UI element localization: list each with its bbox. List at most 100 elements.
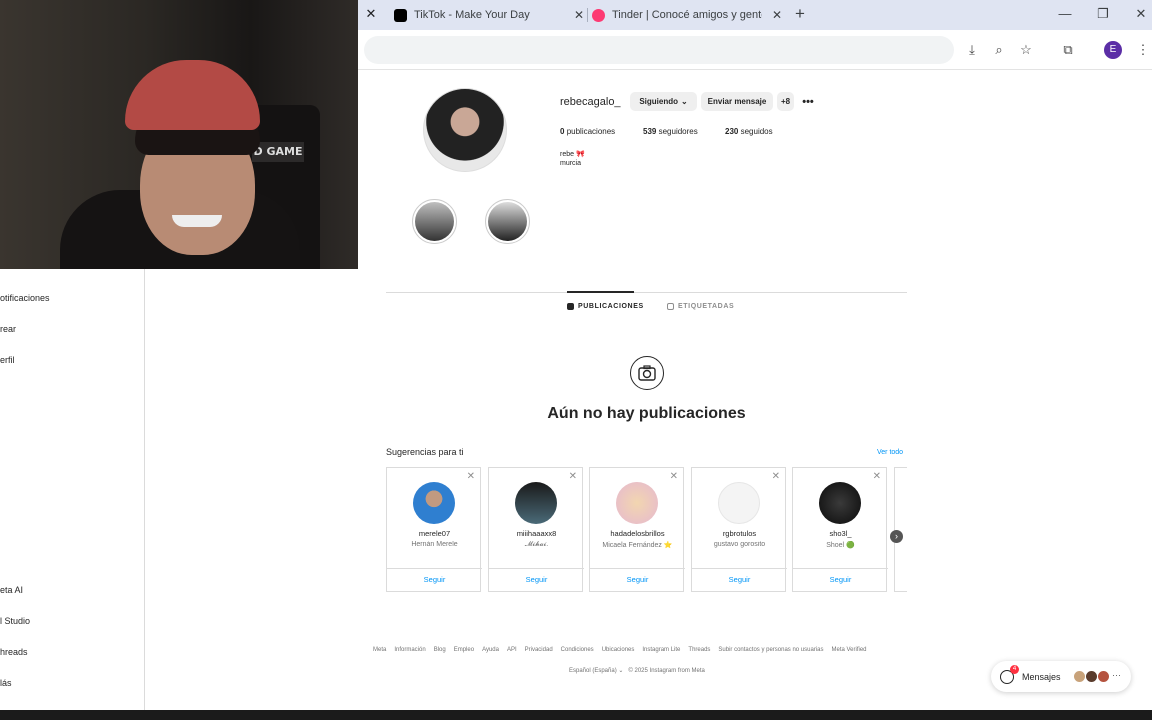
extensions-icon[interactable]: ⧉ <box>1059 41 1077 59</box>
footer-link[interactable]: Threads <box>688 647 710 653</box>
suggestion-username[interactable]: merele07 <box>387 529 482 538</box>
install-app-icon[interactable]: ⤓ <box>963 41 981 59</box>
tab-tagged-label: ETIQUETADAS <box>678 303 735 310</box>
tab-tagged[interactable]: ETIQUETADAS <box>667 303 734 310</box>
messages-button[interactable]: 4 Mensajes ··· <box>991 661 1131 692</box>
chair-logo: D GAME <box>252 142 304 162</box>
suggestion-username[interactable]: sho3l_ <box>793 529 888 538</box>
follow-button[interactable]: Seguir <box>387 575 482 584</box>
dismiss-icon[interactable]: ✕ <box>569 471 577 482</box>
browser-menu-icon[interactable]: ⋮ <box>1134 41 1152 59</box>
address-bar[interactable] <box>364 36 954 64</box>
minimize-icon[interactable]: — <box>1053 6 1077 21</box>
close-tab-icon[interactable]: ✕ <box>574 8 584 22</box>
following-count-label: seguidos <box>740 127 773 136</box>
following-button-label: Siguiendo <box>639 97 678 106</box>
sidebar-item-threads[interactable]: hreads <box>0 647 28 657</box>
sidebar-item-create[interactable]: rear <box>0 324 16 334</box>
chevron-right-icon[interactable]: › <box>890 530 903 543</box>
follow-button[interactable]: Seguir <box>692 575 787 584</box>
card-divider <box>387 568 482 569</box>
dismiss-icon[interactable]: ✕ <box>467 471 475 482</box>
browser-profile-avatar[interactable]: E <box>1104 41 1122 59</box>
close-active-tab-icon[interactable]: ✕ <box>364 7 378 21</box>
avatar[interactable] <box>718 482 760 524</box>
followers-count-label: seguidores <box>658 127 698 136</box>
highlight-cover <box>415 202 454 241</box>
footer-link[interactable]: Subir contactos y personas no usuarias <box>718 647 823 653</box>
footer-link[interactable]: Ayuda <box>482 647 499 653</box>
sidebar-item-notifications[interactable]: otificaciones <box>0 293 50 303</box>
camera-icon <box>630 356 664 390</box>
avatar[interactable] <box>819 482 861 524</box>
zoom-icon[interactable]: ⌕ <box>990 41 1008 59</box>
posts-count-value: 0 <box>560 127 565 136</box>
footer-link[interactable]: Condiciones <box>561 647 594 653</box>
unread-badge: 4 <box>1010 664 1019 674</box>
sidebar-item-ai-studio[interactable]: l Studio <box>0 616 30 626</box>
footer-link[interactable]: Meta Verified <box>831 647 866 653</box>
suggestion-name: gustavo gorosito <box>713 541 766 548</box>
suggestion-username[interactable]: hadadelosbrillos <box>590 529 685 538</box>
profile-divider <box>386 292 907 293</box>
sidebar-item-profile[interactable]: erfil <box>0 355 15 365</box>
footer-link[interactable]: Blog <box>434 647 446 653</box>
story-highlight[interactable] <box>412 199 457 244</box>
follow-button[interactable]: Seguir <box>590 575 685 584</box>
footer-link[interactable]: Meta <box>373 647 386 653</box>
messenger-icon: 4 <box>1000 664 1019 684</box>
more-options-icon[interactable]: ••• <box>800 92 816 111</box>
sidebar-item-more[interactable]: lás <box>0 678 12 688</box>
suggestion-name: 𝓜𝓲𝓱𝓪𝓲. <box>524 541 549 548</box>
suggestion-card: ✕ miiihaaaxx8 𝓜𝓲𝓱𝓪𝓲. Seguir <box>488 467 584 592</box>
footer-link[interactable]: Privacidad <box>525 647 553 653</box>
dismiss-icon[interactable]: ✕ <box>670 471 678 482</box>
avatar[interactable] <box>616 482 658 524</box>
suggestion-username[interactable]: miiihaaaxx8 <box>489 529 584 538</box>
followers-count[interactable]: 539 seguidores <box>643 127 698 136</box>
suggestion-card: ✕ sho3l_ Shoel 🟢 Seguir <box>792 467 888 592</box>
following-count-value: 230 <box>725 127 739 136</box>
profile-picture[interactable] <box>423 88 507 172</box>
card-divider <box>692 568 787 569</box>
following-count[interactable]: 230 seguidos <box>725 127 773 136</box>
instagram-sidebar: otificaciones rear erfil eta AI l Studio… <box>0 269 145 710</box>
following-button[interactable]: Siguiendo ⌄ <box>630 92 697 111</box>
dismiss-icon[interactable]: ✕ <box>873 471 881 482</box>
tag-icon <box>667 303 674 310</box>
follow-button[interactable]: Seguir <box>489 575 584 584</box>
footer-link[interactable]: API <box>507 647 517 653</box>
tab-tiktok[interactable]: TikTok - Make Your Day ✕ <box>394 0 584 30</box>
bio-location: murcia <box>560 160 582 167</box>
window-close-icon[interactable]: ✕ <box>1129 6 1152 22</box>
footer-link[interactable]: Información <box>394 647 425 653</box>
tab-separator <box>587 8 588 22</box>
footer-links: Meta Información Blog Empleo Ayuda API P… <box>373 647 923 653</box>
bookmark-star-icon[interactable]: ☆ <box>1017 41 1035 59</box>
footer-link[interactable]: Instagram Lite <box>642 647 680 653</box>
suggestion-username[interactable]: rgbrotulos <box>692 529 787 538</box>
story-highlight[interactable] <box>485 199 530 244</box>
follow-button[interactable]: Seguir <box>793 575 888 584</box>
more-icon: ··· <box>1112 670 1121 680</box>
tab-posts[interactable]: PUBLICACIONES <box>567 303 644 310</box>
suggestion-name: Micaela Fernández ⭐ <box>602 542 673 549</box>
new-tab-icon[interactable]: + <box>790 4 810 24</box>
avatar[interactable] <box>515 482 557 524</box>
dismiss-icon[interactable]: ✕ <box>772 471 780 482</box>
sidebar-item-meta-ai[interactable]: eta AI <box>0 585 23 595</box>
avatar[interactable] <box>413 482 455 524</box>
footer-link[interactable]: Empleo <box>454 647 474 653</box>
person-smile <box>172 215 222 227</box>
suggestion-card: ✕ rgbrotulos gustavo gorosito Seguir <box>691 467 787 592</box>
restore-icon[interactable]: ❐ <box>1091 6 1115 22</box>
footer-link[interactable]: Ubicaciones <box>602 647 635 653</box>
followers-count-value: 539 <box>643 127 657 136</box>
add-user-icon[interactable]: +8 <box>777 92 794 111</box>
see-all-link[interactable]: Ver todo <box>877 449 903 456</box>
close-tab-icon[interactable]: ✕ <box>772 8 782 22</box>
send-message-button[interactable]: Enviar mensaje <box>701 92 773 111</box>
language-select[interactable]: Español (España) <box>569 668 617 674</box>
chevron-down-icon: ⌄ <box>680 97 688 106</box>
tab-tinder[interactable]: Tinder | Conocé amigos y gente ✕ <box>592 0 782 30</box>
